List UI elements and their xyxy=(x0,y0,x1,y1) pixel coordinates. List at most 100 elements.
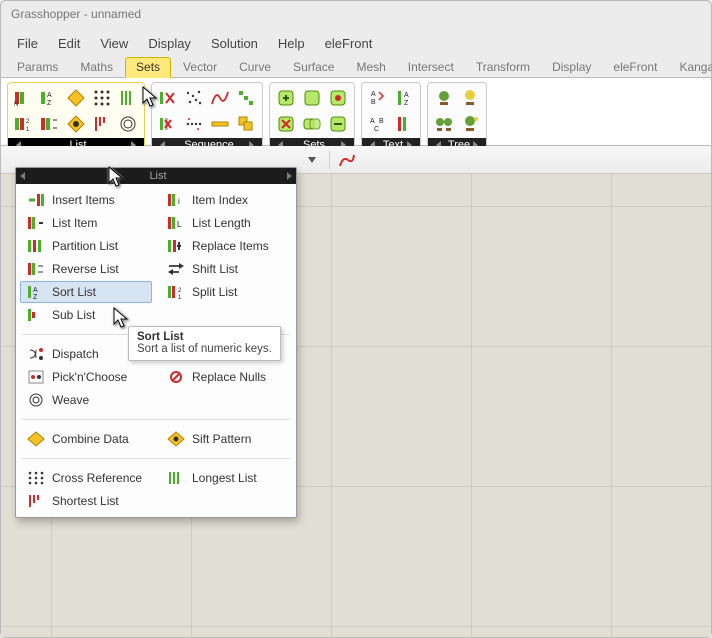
menubar: File Edit View Display Solution Help ele… xyxy=(1,29,711,56)
menu-display[interactable]: Display xyxy=(138,33,201,54)
dropdown-head: List xyxy=(16,168,296,184)
svg-text:1: 1 xyxy=(178,295,182,300)
ribbon-group-list: N 21 AZ List xyxy=(7,82,145,154)
set-inter-icon[interactable] xyxy=(300,112,324,136)
dd-label: Sift Pattern xyxy=(192,432,251,446)
dd-sub-list[interactable]: Sub List xyxy=(20,304,152,326)
dd-shortest-list[interactable]: Shortest List xyxy=(20,490,152,512)
tab-transform[interactable]: Transform xyxy=(466,58,540,77)
svg-text:C: C xyxy=(374,126,379,133)
svg-text:1: 1 xyxy=(26,127,30,133)
graft-icon[interactable] xyxy=(458,86,482,110)
merge-icon[interactable] xyxy=(432,112,456,136)
shortest-list-icon[interactable] xyxy=(90,112,114,136)
dd-sort-list[interactable]: AZSort List xyxy=(20,281,152,303)
menu-solution[interactable]: Solution xyxy=(201,33,268,54)
tab-mesh[interactable]: Mesh xyxy=(346,58,395,77)
tab-intersect[interactable]: Intersect xyxy=(398,58,464,77)
set-union-icon[interactable] xyxy=(300,86,324,110)
dd-partition-list[interactable]: Partition List xyxy=(20,235,152,257)
explode-tree-icon[interactable] xyxy=(458,112,482,136)
svg-text:N: N xyxy=(14,102,18,108)
duplicate-icon[interactable] xyxy=(234,112,258,136)
flatten-icon[interactable] xyxy=(432,86,456,110)
text-split-icon[interactable]: ABC xyxy=(366,112,390,136)
dd-weave[interactable]: Weave xyxy=(20,389,152,411)
dd-replace-items[interactable]: Replace Items xyxy=(160,235,292,257)
graph-icon[interactable] xyxy=(208,86,232,110)
dd-item-index[interactable]: iItem Index xyxy=(160,189,292,211)
tab-maths[interactable]: Maths xyxy=(70,58,123,77)
sketch-icon[interactable] xyxy=(336,150,358,170)
range-icon[interactable] xyxy=(208,112,232,136)
weave-icon[interactable] xyxy=(116,112,140,136)
tab-vector[interactable]: Vector xyxy=(173,58,227,77)
dd-picknchoose[interactable]: Pick'n'Choose xyxy=(20,366,152,388)
sort-text-icon[interactable]: AZ xyxy=(392,86,416,110)
svg-text:2: 2 xyxy=(26,119,30,125)
svg-text:A: A xyxy=(404,92,409,99)
menu-elefront[interactable]: eleFront xyxy=(315,33,383,54)
tab-surface[interactable]: Surface xyxy=(283,58,344,77)
series-icon[interactable] xyxy=(234,86,258,110)
dd-replace-nulls[interactable]: Replace Nulls xyxy=(160,366,292,388)
tab-kangaroo2[interactable]: Kangaroo2 xyxy=(669,58,712,77)
dd-sift-pattern[interactable]: Sift Pattern xyxy=(160,428,292,450)
menu-help[interactable]: Help xyxy=(268,33,315,54)
member-index-icon[interactable] xyxy=(326,86,350,110)
random-icon[interactable] xyxy=(182,86,206,110)
dd-list-length[interactable]: LList Length xyxy=(160,212,292,234)
jitter-icon[interactable] xyxy=(182,112,206,136)
ribbon-group-sequence: Sequence xyxy=(151,82,263,154)
replace-members-icon[interactable] xyxy=(326,112,350,136)
list-item-icon[interactable]: N xyxy=(12,86,36,110)
dd-label: Shortest List xyxy=(52,494,119,508)
tab-display[interactable]: Display xyxy=(542,58,601,77)
svg-text:A: A xyxy=(370,118,375,125)
dd-label: List Length xyxy=(192,216,251,230)
dd-label: Replace Nulls xyxy=(192,370,266,384)
split-list-icon[interactable]: 21 xyxy=(12,112,36,136)
dd-label: List Item xyxy=(52,216,97,230)
tab-curve[interactable]: Curve xyxy=(229,58,281,77)
combine-data-icon[interactable] xyxy=(64,86,88,110)
dd-combine-data[interactable]: Combine Data xyxy=(20,428,152,450)
dd-list-item[interactable]: List Item xyxy=(20,212,152,234)
dd-label: Sort List xyxy=(52,285,96,299)
dd-label: Insert Items xyxy=(52,193,115,207)
tab-params[interactable]: Params xyxy=(7,58,68,77)
dd-longest-list[interactable]: Longest List xyxy=(160,467,292,489)
dd-reverse-list[interactable]: Reverse List xyxy=(20,258,152,280)
dd-label: Reverse List xyxy=(52,262,119,276)
dd-label: Longest List xyxy=(192,471,257,485)
svg-text:A: A xyxy=(371,91,376,98)
sift-pattern-icon[interactable] xyxy=(64,112,88,136)
menu-view[interactable]: View xyxy=(90,33,138,54)
dd-insert-items[interactable]: Insert Items xyxy=(20,189,152,211)
tab-sets[interactable]: Sets xyxy=(125,57,171,78)
cull-index-icon[interactable] xyxy=(156,86,180,110)
tab-elefront[interactable]: eleFront xyxy=(603,58,667,77)
dropdown-indicator-icon[interactable] xyxy=(301,150,323,170)
text-join-icon[interactable] xyxy=(392,112,416,136)
svg-text:i: i xyxy=(178,197,180,206)
cull-nth-icon[interactable] xyxy=(156,112,180,136)
svg-text:A: A xyxy=(33,287,38,294)
dd-label: Split List xyxy=(192,285,237,299)
concat-icon[interactable]: AB xyxy=(366,86,390,110)
tooltip: Sort List Sort a list of numeric keys. xyxy=(128,326,281,361)
menu-edit[interactable]: Edit xyxy=(48,33,90,54)
longest-list-icon[interactable] xyxy=(116,86,140,110)
title-bar: Grasshopper - unnamed xyxy=(1,1,711,29)
delete-cons-icon[interactable] xyxy=(274,112,298,136)
ribbon: N 21 AZ List xyxy=(1,78,711,146)
cross-ref-icon[interactable] xyxy=(90,86,114,110)
create-set-icon[interactable] xyxy=(274,86,298,110)
dd-shift-list[interactable]: Shift List xyxy=(160,258,292,280)
reverse-list-icon[interactable] xyxy=(38,112,62,136)
dd-split-list[interactable]: 21Split List xyxy=(160,281,292,303)
dd-label: Shift List xyxy=(192,262,238,276)
sort-list-icon[interactable]: AZ xyxy=(38,86,62,110)
dd-cross-reference[interactable]: Cross Reference xyxy=(20,467,152,489)
menu-file[interactable]: File xyxy=(7,33,48,54)
